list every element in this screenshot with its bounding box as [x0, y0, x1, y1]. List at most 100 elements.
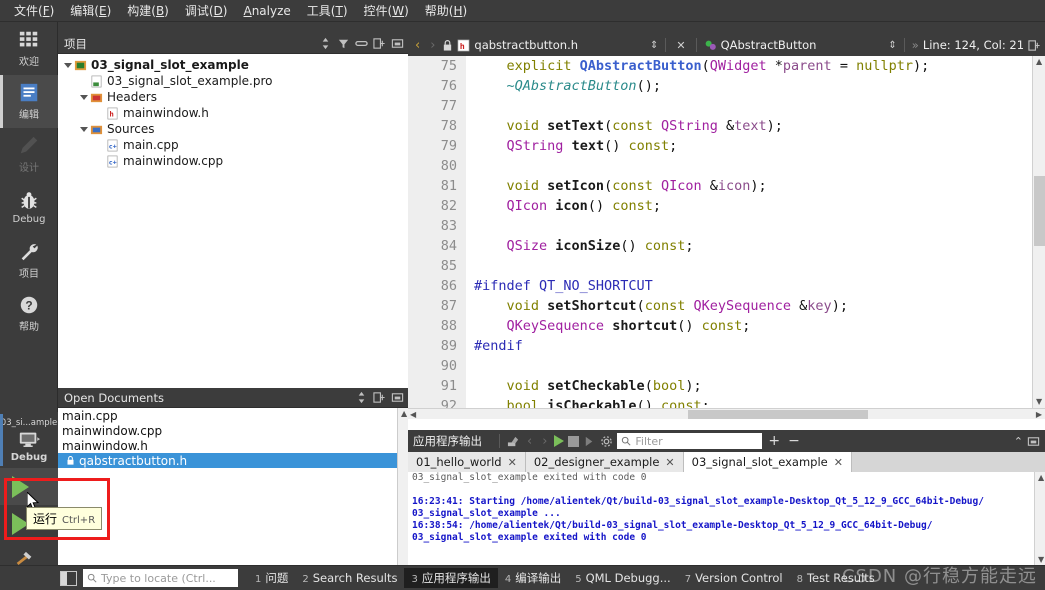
chevron-down-icon[interactable] [64, 63, 72, 68]
code-line[interactable]: #ifndef QT_NO_SHORTCUT [466, 276, 1032, 296]
menu-item-2[interactable]: 构建(B) [119, 0, 177, 21]
list-item[interactable]: main.cpp [58, 408, 408, 423]
tree-item-2[interactable]: Headers [62, 89, 408, 105]
sidebar-toggle-icon[interactable] [60, 571, 77, 586]
sync-icon[interactable] [319, 37, 332, 50]
project-tree[interactable]: 03_signal_slot_example03_signal_slot_exa… [58, 54, 408, 169]
status-item-1[interactable]: 1问题 [248, 568, 295, 588]
split-icon[interactable] [373, 391, 386, 404]
run-icon[interactable] [554, 435, 564, 447]
tree-item-3[interactable]: hmainwindow.h [62, 105, 408, 121]
sidebar-item-编辑[interactable]: 编辑 [0, 75, 58, 128]
editor-vertical-scrollbar[interactable]: ▲ ▼ [1032, 56, 1045, 419]
status-item-2[interactable]: 2Search Results [295, 569, 404, 587]
rerun-icon[interactable] [583, 435, 596, 448]
scroll-up-arrow[interactable]: ▲ [1036, 57, 1042, 66]
code-area[interactable]: 757677787980818283848586878889909192 exp… [408, 56, 1045, 419]
menu-item-5[interactable]: 工具(T) [299, 0, 356, 21]
code-line[interactable] [466, 356, 1032, 376]
output-tab-0[interactable]: 01_hello_world✕ [408, 452, 526, 472]
menu-item-4[interactable]: Analyze [235, 2, 298, 20]
tree-item-0[interactable]: 03_signal_slot_example [62, 57, 408, 73]
prev-icon[interactable]: ‹ [524, 434, 535, 449]
tree-expander[interactable] [78, 95, 90, 100]
code-line[interactable]: QKeySequence shortcut() const; [466, 316, 1032, 336]
close-icon[interactable]: ✕ [665, 456, 674, 469]
code-line[interactable]: explicit QAbstractButton(QWidget *parent… [466, 56, 1032, 76]
settings-icon[interactable] [600, 435, 613, 448]
sync-icon[interactable] [355, 391, 368, 404]
code-line[interactable]: ~QAbstractButton(); [466, 76, 1032, 96]
code-line[interactable]: QIcon icon() const; [466, 196, 1032, 216]
console-scrollbar[interactable]: ▲ ▼ [1034, 472, 1045, 565]
output-tabs[interactable]: 01_hello_world✕02_designer_example✕03_si… [408, 452, 1045, 472]
tree-item-6[interactable]: c+mainwindow.cpp [62, 153, 408, 169]
scroll-down-arrow[interactable]: ▼ [1038, 555, 1044, 564]
split-icon[interactable] [373, 37, 386, 50]
open-documents-scrollbar[interactable]: ▲ [397, 408, 408, 565]
tree-expander[interactable] [78, 127, 90, 132]
scroll-thumb-h[interactable] [688, 410, 868, 419]
chevron-up-icon[interactable]: ⌃ [1014, 435, 1023, 448]
clear-icon[interactable] [507, 435, 520, 448]
locator-input[interactable]: Type to locate (Ctrl... [83, 569, 238, 587]
code-line[interactable]: QSize iconSize() const; [466, 236, 1032, 256]
chevron-down-icon[interactable] [80, 127, 88, 132]
code-line[interactable]: void setIcon(const QIcon &icon); [466, 176, 1032, 196]
close-icon[interactable]: ✕ [834, 456, 843, 469]
code-line[interactable]: void setShortcut(const QKeySequence &key… [466, 296, 1032, 316]
close-icon[interactable]: ✕ [508, 456, 517, 469]
editor-horizontal-scrollbar[interactable]: ◀ ▶ [408, 408, 1045, 419]
scroll-left-arrow[interactable]: ◀ [410, 410, 416, 419]
status-item-7[interactable]: 7Version Control [678, 569, 790, 587]
close-icon[interactable] [391, 391, 404, 404]
close-icon[interactable] [391, 37, 404, 50]
editor-close-icon[interactable]: ✕ [673, 39, 688, 52]
sidebar-item-项目[interactable]: 项目 [0, 234, 58, 287]
editor-overflow-icon[interactable]: » [912, 38, 919, 52]
code-line[interactable] [466, 96, 1032, 116]
tree-item-5[interactable]: c+main.cpp [62, 137, 408, 153]
tree-item-4[interactable]: Sources [62, 121, 408, 137]
scroll-right-arrow[interactable]: ▶ [1036, 410, 1042, 419]
code-line[interactable]: QString text() const; [466, 136, 1032, 156]
split-icon[interactable] [1028, 39, 1041, 52]
code-line[interactable]: void setText(const QString &text); [466, 116, 1032, 136]
code-text[interactable]: explicit QAbstractButton(QWidget *parent… [466, 56, 1032, 419]
code-line[interactable]: void setCheckable(bool); [466, 376, 1032, 396]
filter-input[interactable]: Filter [617, 433, 762, 449]
next-icon[interactable]: › [539, 434, 550, 449]
kit-selector[interactable]: 03_si...ample Debug [0, 412, 58, 468]
chevron-left-icon[interactable]: ‹ [412, 38, 423, 53]
menu-item-7[interactable]: 帮助(H) [417, 0, 475, 21]
code-line[interactable] [466, 216, 1032, 236]
chevron-down-icon[interactable] [80, 95, 88, 100]
list-item[interactable]: mainwindow.cpp [58, 423, 408, 438]
status-item-5[interactable]: 5QML Debugg... [568, 569, 678, 587]
code-line[interactable] [466, 256, 1032, 276]
menu-item-6[interactable]: 控件(W) [356, 0, 417, 21]
menu-item-0[interactable]: 文件(F) [6, 0, 62, 21]
stop-icon[interactable] [568, 436, 579, 447]
status-item-4[interactable]: 4编译输出 [498, 568, 568, 588]
scroll-up-arrow[interactable]: ▲ [1038, 473, 1044, 482]
chevron-right-icon[interactable]: › [427, 38, 438, 53]
code-line[interactable]: #endif [466, 336, 1032, 356]
tree-expander[interactable] [62, 63, 74, 68]
editor-filename[interactable]: qabstractbutton.h [474, 38, 578, 52]
scroll-up-arrow[interactable]: ▲ [401, 409, 407, 418]
zoom-in-button[interactable]: + [766, 433, 782, 449]
status-item-3[interactable]: 3应用程序输出 [404, 568, 497, 588]
sidebar-item-帮助[interactable]: ?帮助 [0, 287, 58, 340]
list-item[interactable]: mainwindow.h [58, 438, 408, 453]
menu-item-1[interactable]: 编辑(E) [62, 0, 119, 21]
open-documents-list[interactable]: main.cppmainwindow.cppmainwindow.hqabstr… [58, 408, 408, 468]
close-panel-icon[interactable] [1027, 435, 1040, 448]
output-tab-2[interactable]: 03_signal_slot_example✕ [684, 452, 852, 472]
scroll-down-arrow[interactable]: ▼ [1036, 397, 1042, 406]
output-tab-1[interactable]: 02_designer_example✕ [526, 452, 684, 472]
link-icon[interactable] [355, 37, 368, 50]
editor-symbol-dropdown[interactable]: ⇕ [888, 40, 896, 51]
editor-symbol[interactable]: QAbstractButton [721, 38, 817, 52]
console-output[interactable]: 03_signal_slot_example exited with code … [408, 472, 1045, 565]
